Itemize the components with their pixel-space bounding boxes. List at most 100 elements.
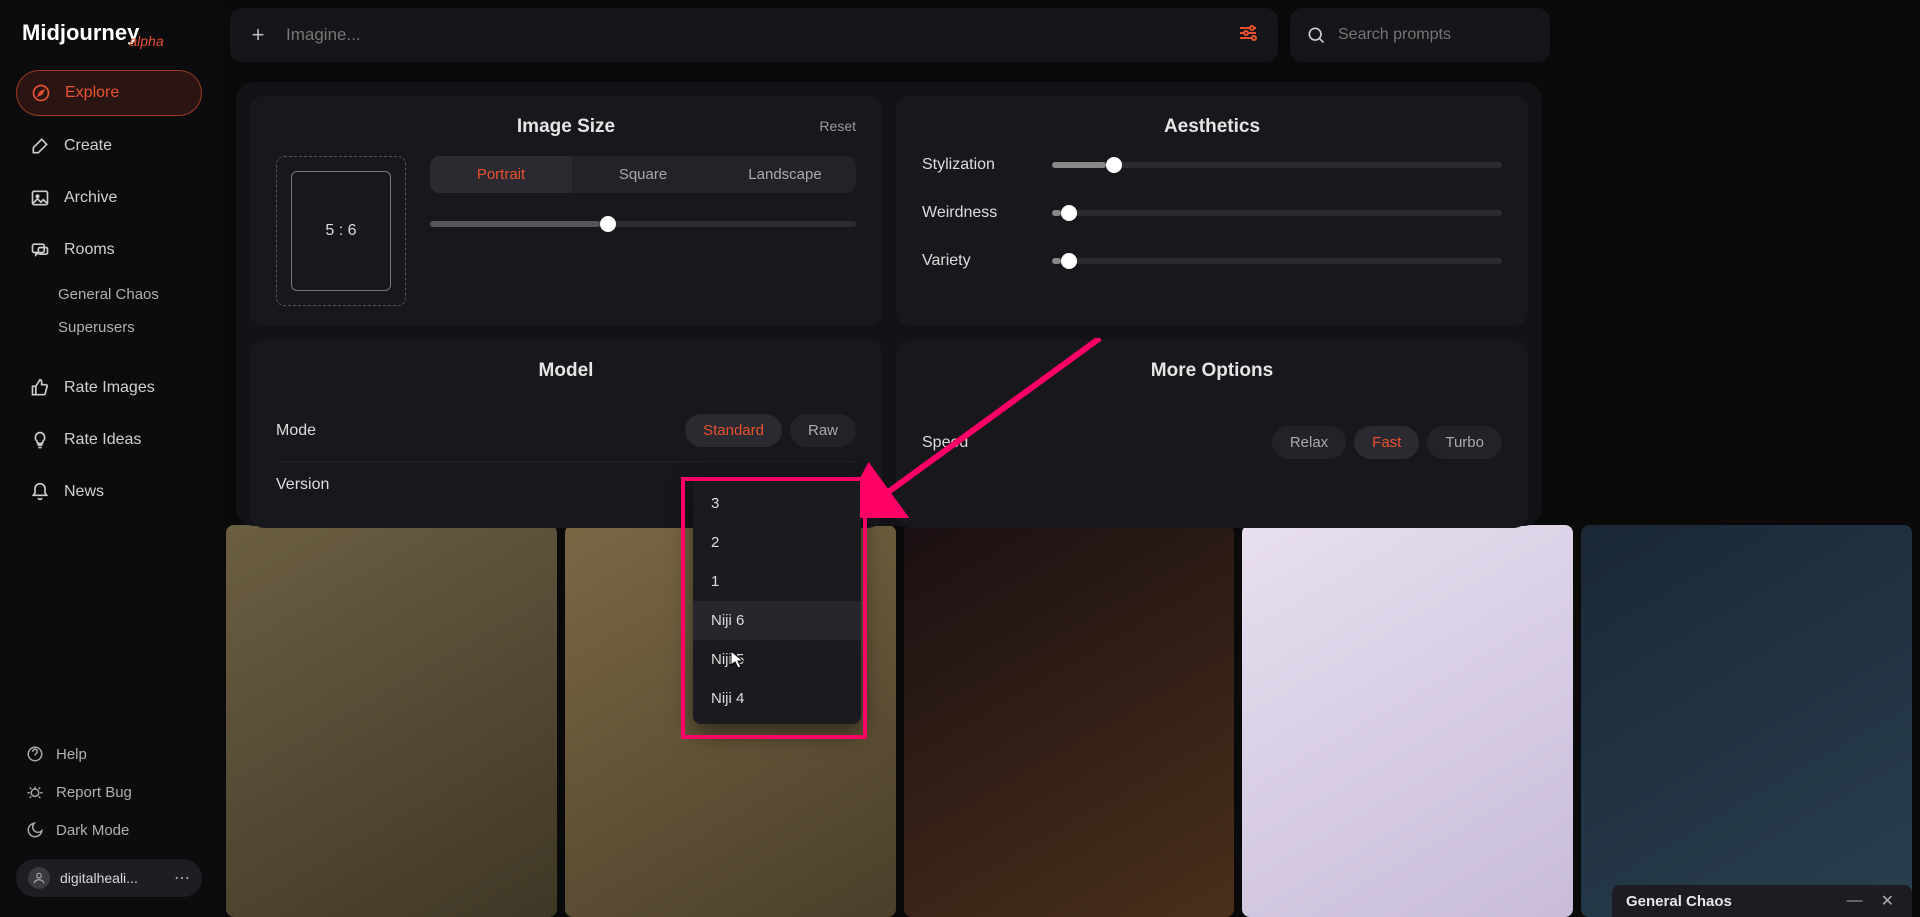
- room-general-chaos[interactable]: General Chaos: [16, 280, 202, 309]
- aspect-ratio-label: 5 : 6: [291, 171, 391, 291]
- mode-standard[interactable]: Standard: [685, 414, 782, 447]
- mode-options: Standard Raw: [685, 414, 856, 447]
- sidebar-item-rate-ideas[interactable]: Rate Ideas: [16, 418, 202, 462]
- slider-thumb[interactable]: [1061, 253, 1077, 269]
- close-icon[interactable]: ✕: [1877, 891, 1898, 911]
- sidebar-item-explore[interactable]: Explore: [16, 70, 202, 116]
- stylization-slider[interactable]: [1052, 162, 1502, 168]
- bug-icon: [26, 783, 44, 801]
- weirdness-slider[interactable]: [1052, 210, 1502, 216]
- avatar-icon: [28, 867, 50, 889]
- card-title: More Options: [922, 360, 1502, 382]
- dropdown-item[interactable]: Niji 6: [693, 601, 861, 640]
- sidebar-item-archive[interactable]: Archive: [16, 176, 202, 220]
- mode-raw[interactable]: Raw: [790, 414, 856, 447]
- variety-slider[interactable]: [1052, 258, 1502, 264]
- search-icon: [1306, 25, 1326, 45]
- variety-row: Variety: [922, 252, 1502, 270]
- sidebar-item-news[interactable]: News: [16, 470, 202, 514]
- sidebar-item-label: Rooms: [64, 241, 115, 259]
- chat-toast[interactable]: General Chaos — ✕: [1612, 885, 1912, 917]
- slider-thumb[interactable]: [1106, 157, 1122, 173]
- sidebar-item-label: Rate Ideas: [64, 431, 141, 449]
- footer-label: Dark Mode: [56, 822, 129, 839]
- footer-dark-mode[interactable]: Dark Mode: [16, 813, 202, 847]
- sidebar-item-label: Explore: [65, 84, 119, 102]
- chat-icon: [30, 240, 50, 260]
- help-icon: [26, 745, 44, 763]
- dropdown-item[interactable]: 2: [693, 523, 861, 562]
- username: digitalheali...: [60, 870, 164, 886]
- settings-panel: Image Size Reset 5 : 6 Portrait Square L…: [236, 82, 1542, 526]
- aspect-preview[interactable]: 5 : 6: [276, 156, 406, 306]
- compass-icon: [31, 83, 51, 103]
- image-tile[interactable]: [226, 525, 557, 917]
- image-tile[interactable]: [1242, 525, 1573, 917]
- row-label: Weirdness: [922, 204, 1032, 222]
- speed-turbo[interactable]: Turbo: [1427, 426, 1502, 459]
- moon-icon: [26, 821, 44, 839]
- image-grid: [218, 525, 1920, 917]
- more-options-card: More Options Speed Relax Fast Turbo: [896, 340, 1528, 528]
- slider-thumb[interactable]: [1061, 205, 1077, 221]
- more-icon[interactable]: ⋯: [174, 868, 190, 888]
- logo: Midjourneyalpha: [16, 20, 202, 46]
- segment-landscape[interactable]: Landscape: [714, 156, 856, 193]
- plus-icon[interactable]: +: [244, 21, 272, 49]
- sidebar-item-label: Create: [64, 137, 112, 155]
- dropdown-item[interactable]: Niji 5: [693, 640, 861, 679]
- sidebar-item-label: News: [64, 483, 104, 501]
- speed-options: Relax Fast Turbo: [1272, 426, 1502, 459]
- image-size-card: Image Size Reset 5 : 6 Portrait Square L…: [250, 96, 882, 326]
- row-label: Variety: [922, 252, 1032, 270]
- sidebar-item-rooms[interactable]: Rooms: [16, 228, 202, 272]
- image-tile[interactable]: [1581, 525, 1912, 917]
- aesthetics-card: Aesthetics Stylization Weirdness Variety: [896, 96, 1528, 326]
- weirdness-row: Weirdness: [922, 204, 1502, 222]
- footer-label: Report Bug: [56, 784, 132, 801]
- card-title: Aesthetics: [922, 116, 1502, 138]
- image-tile[interactable]: [904, 525, 1235, 917]
- segment-square[interactable]: Square: [572, 156, 714, 193]
- dropdown-item[interactable]: 1: [693, 562, 861, 601]
- footer-help[interactable]: Help: [16, 737, 202, 771]
- card-title-text: Image Size: [517, 116, 615, 137]
- search-input[interactable]: [1338, 26, 1545, 44]
- bell-icon: [30, 482, 50, 502]
- chat-title: General Chaos: [1626, 893, 1833, 910]
- sidebar: Midjourneyalpha Explore Create Archive R…: [0, 0, 218, 917]
- footer-report-bug[interactable]: Report Bug: [16, 775, 202, 809]
- speed-fast[interactable]: Fast: [1354, 426, 1419, 459]
- segment-portrait[interactable]: Portrait: [430, 156, 572, 193]
- aspect-slider[interactable]: [430, 221, 856, 227]
- thumbs-up-icon: [30, 378, 50, 398]
- prompt-bar: +: [230, 8, 1278, 62]
- dropdown-item[interactable]: 3: [693, 484, 861, 523]
- minimize-icon[interactable]: —: [1843, 892, 1867, 910]
- logo-text: Midjourney: [22, 20, 139, 45]
- sliders-icon[interactable]: [1236, 21, 1264, 49]
- search-bar: [1290, 8, 1550, 62]
- row-label: Stylization: [922, 156, 1032, 174]
- dropdown-item[interactable]: Niji 4: [693, 679, 861, 718]
- sidebar-item-create[interactable]: Create: [16, 124, 202, 168]
- sidebar-item-label: Rate Images: [64, 379, 155, 397]
- row-label: Speed: [922, 434, 968, 452]
- reset-button[interactable]: Reset: [819, 118, 856, 134]
- slider-thumb[interactable]: [600, 216, 616, 232]
- sidebar-item-label: Archive: [64, 189, 117, 207]
- image-icon: [30, 188, 50, 208]
- footer-label: Help: [56, 746, 87, 763]
- card-title: Model: [276, 360, 856, 382]
- prompt-input[interactable]: [286, 25, 1222, 45]
- room-superusers[interactable]: Superusers: [16, 313, 202, 342]
- mode-row: Mode Standard Raw: [276, 400, 856, 462]
- speed-row: Speed Relax Fast Turbo: [922, 412, 1502, 473]
- version-dropdown: 3 2 1 Niji 6 Niji 5 Niji 4: [693, 478, 861, 724]
- orientation-segments: Portrait Square Landscape: [430, 156, 856, 193]
- sidebar-item-rate-images[interactable]: Rate Images: [16, 366, 202, 410]
- user-menu[interactable]: digitalheali... ⋯: [16, 859, 202, 897]
- stylization-row: Stylization: [922, 156, 1502, 174]
- card-title: Image Size Reset: [276, 116, 856, 138]
- speed-relax[interactable]: Relax: [1272, 426, 1346, 459]
